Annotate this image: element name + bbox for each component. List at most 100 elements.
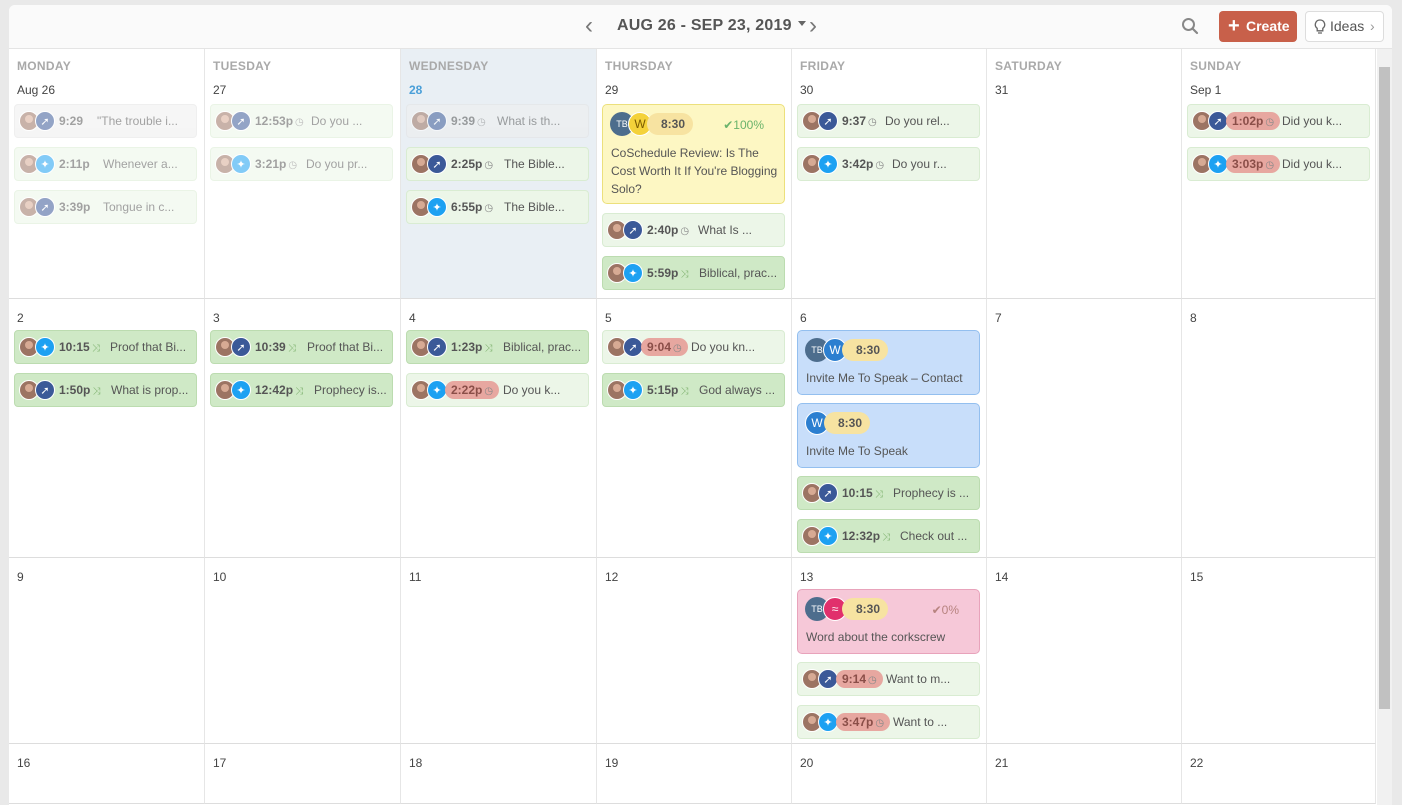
post-card[interactable]: ✦ 2:22p ◷ Do you k...	[406, 373, 589, 407]
twitter-icon: ✦	[35, 337, 55, 357]
post-avatars: ✦	[607, 380, 645, 400]
day-cell[interactable]: 8	[1182, 299, 1376, 558]
scrollbar-thumb[interactable]	[1379, 67, 1390, 709]
post-card[interactable]: ➚ 9:14 ◷ Want to m...	[797, 662, 980, 696]
day-cell[interactable]: 14	[987, 558, 1182, 744]
clock-icon: ◷	[868, 117, 877, 128]
day-cell[interactable]: 18	[401, 744, 597, 804]
megaphone-icon: ➚	[35, 111, 55, 131]
post-time: 12:53p ◷	[255, 114, 304, 128]
post-card[interactable]: ➚ 1:02p ◷ Did you k...	[1187, 104, 1370, 138]
post-text: Prophecy is...	[314, 383, 387, 397]
day-cell[interactable]: 9	[9, 558, 205, 744]
post-card[interactable]: ➚ 12:53p ◷ Do you ...	[210, 104, 393, 138]
post-avatars: ✦	[607, 263, 645, 283]
create-button[interactable]: + Create	[1219, 11, 1297, 42]
post-card[interactable]: ➚ 9:29 "The trouble i...	[14, 104, 197, 138]
day-cell[interactable]: 11	[401, 558, 597, 744]
day-cell[interactable]: MONDAY Aug 26 ➚ 9:29 "The trouble i... ✦ 2:…	[9, 49, 205, 299]
search-icon	[1182, 18, 1199, 35]
post-title: Word about the corkscrew	[806, 630, 946, 644]
day-cell[interactable]: 20	[792, 744, 987, 804]
day-cell[interactable]: 6 TB W 8:30 Invite Me To Speak – Contact…	[792, 299, 987, 558]
twitter-icon: ✦	[427, 380, 447, 400]
post-card[interactable]: ➚ 9:37 ◷ Do you rel...	[797, 104, 980, 138]
post-time: 2:25p ◷	[451, 157, 493, 171]
post-card[interactable]: ✦ 10:15 ⤨ Proof that Bi...	[14, 330, 197, 364]
day-number: 10	[213, 570, 227, 584]
day-cell[interactable]: 5 ➚ 9:04 ◷ Do you kn... ✦ 5:15p ⤨ God always .…	[597, 299, 792, 558]
post-card[interactable]: ➚ 10:15 ⤨ Prophecy is ...	[797, 476, 980, 510]
day-cell[interactable]: 7	[987, 299, 1182, 558]
day-cell[interactable]: TUESDAY 27 ➚ 12:53p ◷ Do you ... ✦ 3:21p ◷ Do …	[205, 49, 401, 299]
post-title: CoSchedule Review: Is The Cost Worth It …	[611, 146, 778, 196]
post-time: 1:02p ◷	[1226, 112, 1281, 130]
day-cell[interactable]: 22	[1182, 744, 1376, 804]
page-card[interactable]: W 8:30 Invite Me To Speak	[797, 403, 980, 468]
post-card[interactable]: ➚ 1:50p ⤨ What is prop...	[14, 373, 197, 407]
post-card[interactable]: ✦ 2:11p Whenever a...	[14, 147, 197, 181]
twitter-icon: ✦	[35, 154, 55, 174]
search-button[interactable]	[1181, 17, 1201, 37]
post-text: Check out ...	[900, 529, 968, 543]
day-cell[interactable]: 2 ✦ 10:15 ⤨ Proof that Bi... ➚ 1:50p ⤨ What is…	[9, 299, 205, 558]
post-avatars: ➚	[215, 337, 253, 357]
post-card[interactable]: ✦ 12:42p ⤨ Prophecy is...	[210, 373, 393, 407]
day-cell[interactable]: 16	[9, 744, 205, 804]
shuffle-icon: ⤨	[680, 269, 689, 280]
day-cell[interactable]: 21	[987, 744, 1182, 804]
post-time-value: 2:25p	[451, 157, 483, 171]
post-avatars: ➚	[411, 111, 449, 131]
post-avatars: ✦	[215, 154, 253, 174]
previous-range-button[interactable]: ‹	[581, 14, 597, 38]
post-time-value: 9:39	[451, 114, 476, 128]
twitter-icon: ✦	[818, 526, 838, 546]
post-card[interactable]: ➚ 9:04 ◷ Do you kn...	[602, 330, 785, 364]
post-card[interactable]: ✦ 3:42p ◷ Do you r...	[797, 147, 980, 181]
post-card[interactable]: ✦ 3:47p ◷ Want to ...	[797, 705, 980, 739]
day-cell[interactable]: 10	[205, 558, 401, 744]
ideas-button[interactable]: Ideas ›	[1305, 11, 1384, 42]
post-avatars: ➚	[1192, 111, 1230, 131]
megaphone-icon: ➚	[623, 220, 643, 240]
post-card[interactable]: ✦ 12:32p ⤨ Check out ...	[797, 519, 980, 553]
day-cell[interactable]: 17	[205, 744, 401, 804]
post-text: Did you k...	[1282, 114, 1343, 128]
post-text: What is th...	[497, 114, 561, 128]
day-cell-today[interactable]: WEDNESDAY 28 ➚ 9:39 ◷ What is th... ➚ 2:25p ◷…	[401, 49, 597, 299]
post-card[interactable]: ➚ 2:40p ◷ What Is ...	[602, 213, 785, 247]
post-card[interactable]: ➚ 2:25p ◷ The Bible...	[406, 147, 589, 181]
day-cell[interactable]: FRIDAY 30 ➚ 9:37 ◷ Do you rel... ✦ 3:42p ◷ Do …	[792, 49, 987, 299]
post-card[interactable]: ➚ 3:39p Tongue in c...	[14, 190, 197, 224]
day-cell[interactable]: 19	[597, 744, 792, 804]
day-cell[interactable]: THURSDAY 29 TB W 8:30 ✔100% CoSchedule R…	[597, 49, 792, 299]
post-card[interactable]: ➚ 1:23p ⤨ Biblical, prac...	[406, 330, 589, 364]
day-cell[interactable]: 12	[597, 558, 792, 744]
post-text: Do you k...	[503, 383, 561, 397]
post-card[interactable]: ✦ 3:03p ◷ Did you k...	[1187, 147, 1370, 181]
post-card[interactable]: ✦ 5:15p ⤨ God always ...	[602, 373, 785, 407]
page-card[interactable]: TB W 8:30 Invite Me To Speak – Contact	[797, 330, 980, 395]
post-avatars: ✦	[802, 712, 840, 732]
post-avatars: ➚	[411, 154, 449, 174]
day-cell[interactable]: 4 ➚ 1:23p ⤨ Biblical, prac... ✦ 2:22p ◷ Do you…	[401, 299, 597, 558]
blog-post-card[interactable]: TB W 8:30 ✔100% CoSchedule Review: Is Th…	[602, 104, 785, 204]
post-card[interactable]: ✦ 5:59p ⤨ Biblical, prac...	[602, 256, 785, 290]
day-cell[interactable]: 3 ➚ 10:39 ⤨ Proof that Bi... ✦ 12:42p ⤨ Prophe…	[205, 299, 401, 558]
post-card[interactable]: ✦ 3:21p ◷ Do you pr...	[210, 147, 393, 181]
blog-post-card[interactable]: TB ≈ 8:30 ✔0% Word about the corkscrew	[797, 589, 980, 654]
post-card[interactable]: ✦ 6:55p ◷ The Bible...	[406, 190, 589, 224]
post-card[interactable]: ➚ 10:39 ⤨ Proof that Bi...	[210, 330, 393, 364]
next-range-button[interactable]: ›	[805, 14, 821, 38]
day-cell[interactable]: SATURDAY 31	[987, 49, 1182, 299]
megaphone-icon: ➚	[35, 197, 55, 217]
post-time: 8:30	[842, 598, 889, 620]
chevron-right-icon: ›	[1370, 18, 1375, 34]
day-cell[interactable]: 15	[1182, 558, 1376, 744]
date-range-selector[interactable]: AUG 26 - SEP 23, 2019	[617, 17, 806, 37]
day-cell[interactable]: 13 TB ≈ 8:30 ✔0% Word about the corkscre…	[792, 558, 987, 744]
post-time: 5:15p ⤨	[647, 383, 688, 397]
post-text: God always ...	[699, 383, 776, 397]
day-cell[interactable]: SUNDAY Sep 1 ➚ 1:02p ◷ Did you k... ✦ 3:03p ◷…	[1182, 49, 1376, 299]
post-card[interactable]: ➚ 9:39 ◷ What is th...	[406, 104, 589, 138]
